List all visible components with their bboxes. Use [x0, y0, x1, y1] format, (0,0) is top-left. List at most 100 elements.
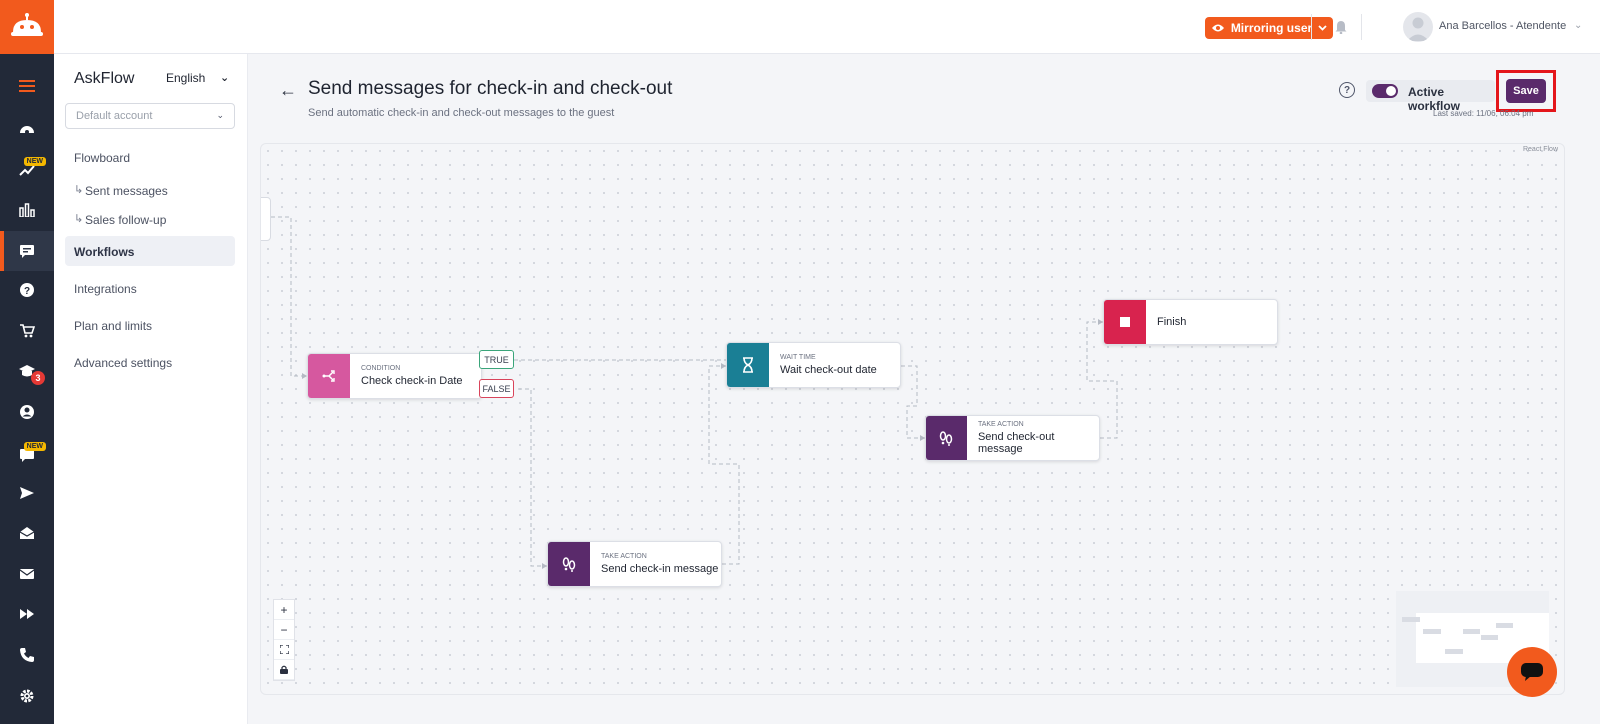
inbox-icon[interactable] — [0, 513, 54, 553]
menu-item-label: Sales follow-up — [85, 213, 167, 227]
new-badge: NEW — [23, 157, 46, 166]
user-name[interactable]: Ana Barcellos - Atendente — [1439, 20, 1566, 32]
node-kind: CONDITION — [361, 365, 401, 372]
minimap-node — [1402, 617, 1420, 622]
node-label: Wait check-out date — [780, 364, 877, 376]
fast-forward-icon[interactable] — [0, 594, 54, 634]
minimap-node — [1496, 623, 1513, 628]
mail-icon[interactable] — [0, 554, 54, 594]
user-icon[interactable] — [0, 392, 54, 432]
node-kind: TAKE ACTION — [977, 421, 1024, 428]
chevron-down-icon — [1318, 25, 1327, 31]
help-circle-icon[interactable]: ? — [0, 270, 54, 310]
menu-item-sent-messages[interactable]: ↳ Sent messages — [65, 175, 235, 205]
chat-support-button[interactable] — [1507, 647, 1557, 697]
menu-item-integrations[interactable]: Integrations — [65, 273, 235, 303]
minimap-node — [1481, 635, 1498, 640]
account-placeholder: Default account — [76, 110, 153, 122]
footprints-icon — [926, 416, 967, 460]
node-label: Check check-in Date — [361, 375, 463, 387]
menu-item-label: Sent messages — [85, 184, 168, 198]
mirroring-user-label: Mirroring user — [1230, 21, 1313, 35]
node-kind: TAKE ACTION — [601, 553, 647, 560]
sub-arrow-icon: ↳ — [74, 213, 84, 225]
edge-checkin-wait — [708, 365, 740, 565]
left-rail: NEW ? 3 NEW — [0, 0, 54, 724]
eye-icon — [1211, 24, 1224, 32]
menu-item-advanced-settings[interactable]: Advanced settings — [65, 347, 235, 377]
avatar[interactable] — [1403, 12, 1433, 42]
bar-chart-icon[interactable] — [0, 190, 54, 230]
school-icon[interactable]: 3 — [0, 351, 54, 391]
robot-logo-icon[interactable] — [0, 0, 54, 54]
node-kind: WAIT TIME — [780, 354, 816, 361]
footprints-icon — [548, 542, 590, 586]
stop-square-icon — [1104, 300, 1146, 344]
app-title: AskFlow — [74, 70, 135, 87]
branch-false-handle[interactable]: FALSE — [479, 379, 514, 398]
menu-item-plan-limits[interactable]: Plan and limits — [65, 310, 235, 340]
menu-item-flowboard[interactable]: Flowboard — [65, 142, 235, 172]
menu-item-workflows[interactable]: Workflows — [65, 236, 235, 266]
active-workflow-toggle-group[interactable]: Active workflow — [1366, 80, 1495, 113]
send-checkout-action-node[interactable]: TAKE ACTION Send check-out message — [925, 415, 1100, 461]
menu-item-label: Workflows — [74, 245, 135, 259]
node-label: Send check-in message — [601, 563, 719, 575]
edge-wait-checkout — [901, 365, 925, 439]
send-checkin-action-node[interactable]: TAKE ACTION Send check-in message — [547, 541, 722, 587]
page-title: Send messages for check-in and check-out — [308, 78, 673, 99]
svg-text:?: ? — [24, 286, 30, 297]
cart-icon[interactable] — [0, 311, 54, 351]
trending-icon[interactable]: NEW — [0, 150, 54, 190]
notification-bell-icon[interactable] — [1331, 17, 1351, 37]
wait-time-node[interactable]: WAIT TIME Wait check-out date — [726, 342, 901, 388]
edge-trigger-condition — [271, 216, 307, 377]
hourglass-icon — [727, 343, 769, 387]
menu-item-sales-followup[interactable]: ↳ Sales follow-up — [65, 204, 235, 234]
back-arrow-icon[interactable]: ← — [279, 80, 297, 101]
phone-icon[interactable] — [0, 635, 54, 675]
node-label: Finish — [1157, 316, 1187, 328]
save-button[interactable]: Save — [1506, 79, 1546, 103]
fit-view-icon[interactable] — [274, 640, 294, 660]
mirroring-user-button[interactable]: Mirroring user — [1205, 17, 1333, 39]
new-badge: NEW — [23, 442, 46, 451]
zoom-in-button[interactable]: + — [274, 600, 294, 620]
canvas-controls: + − — [273, 599, 295, 681]
edge-false-checkin — [518, 388, 547, 567]
hamburger-menu-icon[interactable] — [0, 66, 54, 106]
language-select[interactable]: English — [166, 71, 205, 85]
node-label: Send check-out message — [977, 431, 1055, 455]
minimap-node — [1445, 649, 1463, 654]
condition-node[interactable]: CONDITION Check check-in Date — [307, 353, 482, 399]
menu-item-label: Plan and limits — [74, 319, 153, 333]
sub-arrow-icon: ↳ — [74, 184, 84, 196]
user-chevron-down-icon[interactable]: ⌄ — [1574, 20, 1582, 31]
send-icon[interactable] — [0, 473, 54, 513]
branch-true-handle[interactable]: TRUE — [479, 350, 514, 369]
language-chevron-down-icon[interactable]: ⌄ — [220, 71, 229, 84]
active-workflow-toggle[interactable] — [1372, 84, 1398, 98]
minimap-node — [1463, 629, 1480, 634]
side-menu: AskFlow English ⌄ Default account ⌄ Flow… — [54, 54, 248, 724]
help-icon[interactable]: ? — [1339, 82, 1355, 98]
toggle-knob — [1386, 86, 1396, 96]
edges-layer — [271, 216, 1118, 569]
minimap-node — [1423, 629, 1441, 634]
account-chevron-down-icon: ⌄ — [216, 110, 224, 120]
finish-node[interactable]: Finish — [1103, 299, 1278, 345]
chat-flow-icon[interactable] — [0, 231, 54, 271]
comment-icon[interactable]: NEW — [0, 435, 54, 475]
flow-canvas[interactable]: React Flow CONDITION Check check-in Date… — [260, 143, 1565, 695]
divider — [1361, 14, 1362, 40]
settings-gear-icon[interactable] — [0, 676, 54, 716]
menu-item-label: Flowboard — [74, 151, 131, 165]
zoom-out-button[interactable]: − — [274, 620, 294, 640]
lock-icon[interactable] — [274, 660, 294, 680]
page-subtitle: Send automatic check-in and check-out me… — [308, 107, 615, 119]
dashboard-icon[interactable] — [0, 108, 54, 148]
account-select[interactable]: Default account ⌄ — [65, 103, 235, 129]
split-icon — [308, 354, 350, 398]
notification-count-badge: 3 — [31, 371, 45, 385]
top-bar: Mirroring user Ana Barcellos - Atendente… — [54, 0, 1600, 54]
